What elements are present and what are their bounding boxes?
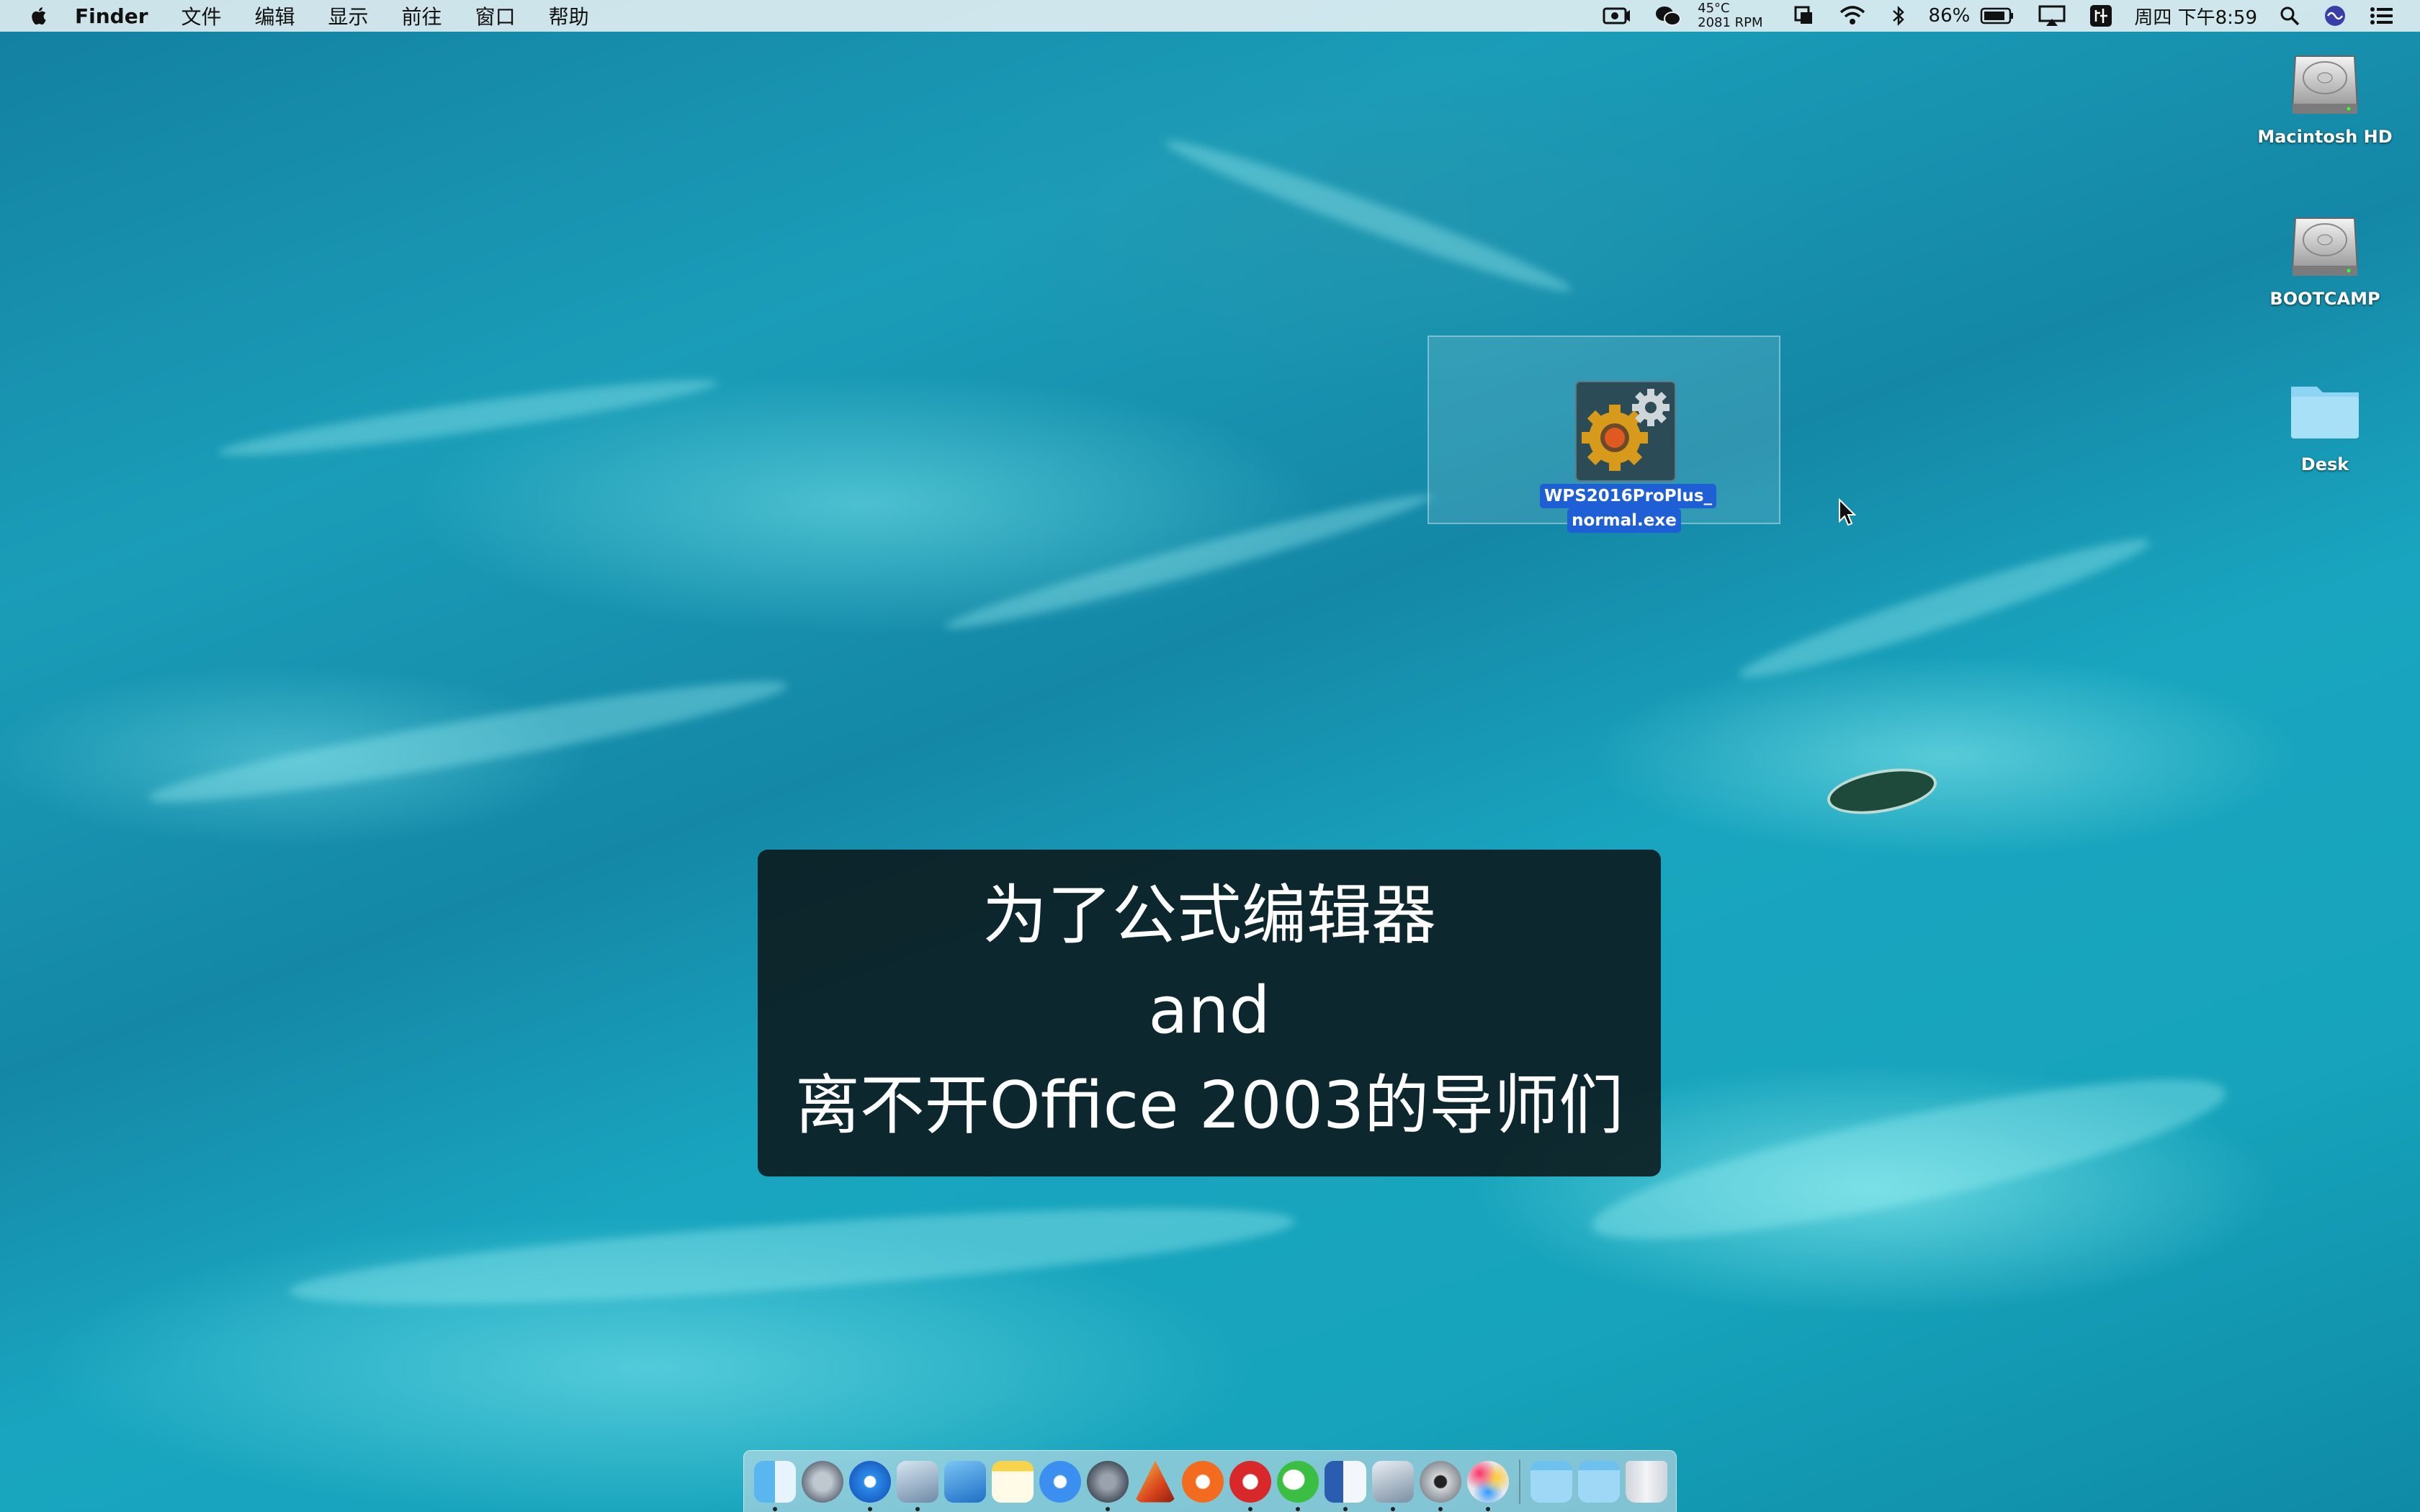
dock-notes-icon[interactable] [992, 1460, 1034, 1503]
wallpaper-island [1824, 761, 1940, 822]
menu-edit[interactable]: 编辑 [255, 1, 295, 30]
clock-datetime[interactable]: 周四 下午8:59 [2134, 3, 2257, 30]
airplay-icon[interactable] [2038, 4, 2066, 27]
dock-photo-browser-icon[interactable] [1372, 1460, 1414, 1511]
dock-downloads-folder-icon[interactable] [1531, 1460, 1572, 1503]
dock-safari-icon[interactable] [849, 1460, 891, 1511]
battery-icon[interactable] [1980, 6, 2015, 25]
dock-documents-folder-icon[interactable] [1578, 1460, 1620, 1503]
desktop-icon-macintosh-hd[interactable]: Macintosh HD [2257, 43, 2393, 147]
wallpaper-sandbar [145, 664, 792, 819]
dock-system-preferences-icon[interactable] [1087, 1460, 1129, 1511]
wallpaper-sandbar [941, 482, 1436, 641]
dock-word-icon[interactable] [1325, 1460, 1366, 1511]
dock-game-center-icon[interactable] [1467, 1460, 1509, 1511]
subtitle-line-2: and [1148, 973, 1270, 1048]
wechat-menu-icon[interactable] [1654, 4, 1682, 27]
siri-icon[interactable] [2323, 4, 2347, 27]
dock-disk-utility-icon[interactable] [1420, 1460, 1461, 1511]
dock-pages-icon[interactable] [1039, 1460, 1081, 1503]
subtitle-line-1: 为了公式编辑器 [982, 878, 1436, 953]
menu-view[interactable]: 显示 [328, 1, 369, 30]
desktop-icon-label: Macintosh HD [2257, 127, 2393, 147]
dock-wechat-icon[interactable] [1277, 1460, 1319, 1511]
dock-launchpad-icon[interactable] [802, 1460, 843, 1503]
wallpaper-sandbar [287, 1189, 1298, 1324]
selected-file-name-line2: normal.exe [1567, 508, 1681, 533]
system-stats-readout[interactable]: 45°C 2081 RPM [1698, 1, 1762, 30]
dock-preview-icon[interactable] [897, 1460, 938, 1511]
dock-trash-icon[interactable] [1626, 1460, 1667, 1503]
apple-menu-icon[interactable] [29, 5, 50, 27]
fan-speed-text: 2081 RPM [1698, 15, 1763, 30]
input-method-icon[interactable] [2089, 4, 2112, 27]
hard-drive-icon [2291, 217, 2359, 276]
battery-percent[interactable]: 86% [1929, 5, 1971, 27]
dock-matlab-icon[interactable] [1134, 1460, 1176, 1503]
menu-window[interactable]: 窗口 [475, 1, 516, 30]
desktop-icon-desk-folder[interactable]: Desk [2257, 371, 2393, 474]
spotlight-search-icon[interactable] [2279, 5, 2300, 27]
subtitle-line-3: 离不开Office 2003的导师们 [794, 1068, 1624, 1143]
desktop-icon-bootcamp[interactable]: BOOTCAMP [2257, 205, 2393, 309]
mouse-cursor-icon [1839, 498, 1857, 526]
wallpaper-sandbar [1582, 1049, 2235, 1269]
wifi-icon[interactable] [1838, 5, 1867, 27]
hard-drive-icon [2291, 55, 2359, 114]
wallpaper-sandbar [1733, 524, 2156, 693]
menu-bar: Finder 文件 编辑 显示 前往 窗口 帮助 45°C 2081 RPM 8… [0, 0, 2420, 32]
installer-gear-icon[interactable] [1574, 380, 1677, 482]
dock-infuse-icon[interactable] [1182, 1460, 1224, 1503]
desktop-icon-label: Desk [2300, 454, 2349, 474]
wallpaper-sandbar [1160, 128, 1577, 304]
notification-center-icon[interactable] [2370, 6, 2394, 26]
menu-help[interactable]: 帮助 [549, 1, 589, 30]
selected-file-label[interactable]: WPS2016ProPlus_ normal.exe [1540, 484, 1717, 533]
temperature-text: 45°C [1698, 1, 1730, 16]
menu-app-finder[interactable]: Finder [75, 4, 148, 28]
menu-go[interactable]: 前往 [402, 1, 442, 30]
selected-file-name-line1: WPS2016ProPlus_ [1540, 484, 1717, 508]
screen-record-icon[interactable] [1603, 6, 1631, 26]
clipboard-sync-icon[interactable] [1793, 5, 1815, 27]
bluetooth-icon[interactable] [1890, 5, 1907, 27]
desktop-icon-label: BOOTCAMP [2269, 289, 2380, 309]
wallpaper-sandbar [216, 368, 720, 467]
video-subtitle-overlay: 为了公式编辑器 and 离不开Office 2003的导师们 [758, 850, 1661, 1176]
dock-separator [1519, 1459, 1520, 1504]
dock-xcode-icon[interactable] [944, 1460, 986, 1503]
menu-file[interactable]: 文件 [182, 1, 222, 30]
folder-icon [2291, 387, 2359, 438]
dock-netease-music-icon[interactable] [1229, 1460, 1271, 1511]
dock-finder-icon[interactable] [754, 1460, 796, 1511]
dock [743, 1450, 1677, 1512]
